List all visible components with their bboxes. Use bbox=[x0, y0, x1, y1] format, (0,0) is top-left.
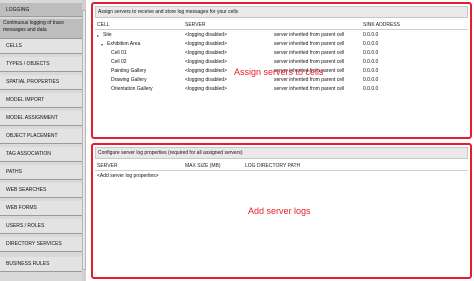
assign-servers-column-headers: CELL SERVER SINK ADDRESS bbox=[95, 21, 468, 30]
tree-row-exhibition-area[interactable]: ▾ Exhibition Area <logging disabled> ser… bbox=[95, 40, 468, 49]
server-log-properties-header: Configure server log properties (require… bbox=[95, 147, 468, 159]
server-value[interactable]: <logging disabled> bbox=[185, 67, 227, 76]
column-log-directory-path[interactable]: LOG DIRECTORY PATH bbox=[245, 162, 300, 171]
expand-toggle-icon[interactable]: ▾ bbox=[101, 40, 103, 49]
sidebar-item-types-objects[interactable]: TYPES / OBJECTS bbox=[0, 57, 82, 72]
sidebar-item-logging[interactable]: LOGGING bbox=[0, 3, 82, 17]
inherited-note: server inherited from parent cell bbox=[274, 41, 345, 47]
sidebar-item-tag-association[interactable]: TAG ASSOCIATION bbox=[0, 147, 82, 162]
server-log-properties-panel: Configure server log properties (require… bbox=[91, 143, 472, 279]
inherited-note: server inherited from parent cell bbox=[274, 77, 345, 83]
cell-name: Drawing Gallery bbox=[111, 77, 147, 83]
sidebar-item-cells[interactable]: CELLS bbox=[0, 39, 82, 54]
inherited-note: server inherited from parent cell bbox=[274, 50, 345, 56]
sink-address-value: 0.0.0.0 bbox=[363, 86, 379, 92]
sink-address-value: 0.0.0.0 bbox=[363, 41, 379, 47]
sidebar-item-model-import[interactable]: MODEL IMPORT bbox=[0, 93, 82, 108]
sidebar-item-users-roles[interactable]: USERS / ROLES bbox=[0, 219, 82, 234]
assign-servers-panel: Assign servers to receive and store log … bbox=[91, 2, 472, 139]
tree-row-cell-01[interactable]: Cell 01 <logging disabled> server inheri… bbox=[95, 49, 468, 58]
sink-address-value: 0.0.0.0 bbox=[363, 32, 379, 38]
column-cell[interactable]: CELL bbox=[97, 21, 110, 30]
tree-row-site[interactable]: ▸ Site <logging disabled> server inherit… bbox=[95, 31, 468, 40]
server-value[interactable]: <logging disabled> bbox=[185, 40, 227, 49]
cell-name: Cell 02 bbox=[111, 59, 127, 65]
sidebar-scrollbar-thumb[interactable] bbox=[82, 10, 86, 270]
column-server[interactable]: SERVER bbox=[185, 21, 205, 30]
sidebar-item-model-assignment[interactable]: MODEL ASSIGNMENT bbox=[0, 111, 82, 126]
add-server-logs-callout: Add server logs bbox=[248, 206, 311, 216]
sidebar-scrollbar[interactable] bbox=[82, 0, 86, 281]
sidebar-item-paths[interactable]: PATHS bbox=[0, 165, 82, 180]
inherited-note: server inherited from parent cell bbox=[274, 86, 345, 92]
cell-name: Cell 01 bbox=[111, 50, 127, 56]
server-value[interactable]: <logging disabled> bbox=[185, 76, 227, 85]
server-log-column-headers: SERVER MAX SIZE (MB) LOG DIRECTORY PATH bbox=[95, 162, 468, 171]
inherited-note: server inherited from parent cell bbox=[274, 32, 345, 38]
sink-address-value: 0.0.0.0 bbox=[363, 77, 379, 83]
tree-row-orientation-gallery[interactable]: Orientation Gallery <logging disabled> s… bbox=[95, 85, 468, 94]
server-value[interactable]: <logging disabled> bbox=[185, 31, 227, 40]
cell-name: Exhibition Area bbox=[107, 41, 141, 47]
column-server[interactable]: SERVER bbox=[97, 162, 117, 171]
sink-address-value: 0.0.0.0 bbox=[363, 50, 379, 56]
server-value[interactable]: <logging disabled> bbox=[185, 49, 227, 58]
sidebar: LOGGING Continuous logging of trace mess… bbox=[0, 0, 86, 281]
cell-name: Painting Gallery bbox=[111, 68, 147, 74]
server-value[interactable]: <logging disabled> bbox=[185, 85, 227, 94]
inherited-note: server inherited from parent cell bbox=[274, 59, 345, 65]
tree-row-cell-02[interactable]: Cell 02 <logging disabled> server inheri… bbox=[95, 58, 468, 67]
collapse-toggle-icon[interactable]: ▸ bbox=[97, 31, 99, 40]
assign-servers-callout: Assign servers to cells bbox=[234, 67, 324, 77]
sidebar-item-directory-services[interactable]: DIRECTORY SERVICES bbox=[0, 237, 82, 252]
sidebar-item-spatial-properties[interactable]: SPATIAL PROPERTIES bbox=[0, 75, 82, 90]
cell-name: Site bbox=[103, 32, 112, 38]
sink-address-value: 0.0.0.0 bbox=[363, 68, 379, 74]
cell-name: Orientation Gallery bbox=[111, 86, 153, 92]
sink-address-value: 0.0.0.0 bbox=[363, 59, 379, 65]
sidebar-item-business-rules[interactable]: BUSINESS RULES bbox=[0, 257, 82, 272]
column-sink-address[interactable]: SINK ADDRESS bbox=[363, 21, 400, 30]
assign-servers-header: Assign servers to receive and store log … bbox=[95, 6, 468, 18]
add-server-log-properties[interactable]: <Add server log properties> bbox=[97, 172, 159, 181]
column-max-size[interactable]: MAX SIZE (MB) bbox=[185, 162, 221, 171]
sidebar-item-web-forms[interactable]: WEB FORMS bbox=[0, 201, 82, 216]
sidebar-item-description: Continuous logging of trace messages and… bbox=[0, 19, 82, 39]
sidebar-item-web-searches[interactable]: WEB SEARCHES bbox=[0, 183, 82, 198]
sidebar-item-object-placement[interactable]: OBJECT PLACEMENT bbox=[0, 129, 82, 144]
tree-row-drawing-gallery[interactable]: Drawing Gallery <logging disabled> serve… bbox=[95, 76, 468, 85]
server-value[interactable]: <logging disabled> bbox=[185, 58, 227, 67]
